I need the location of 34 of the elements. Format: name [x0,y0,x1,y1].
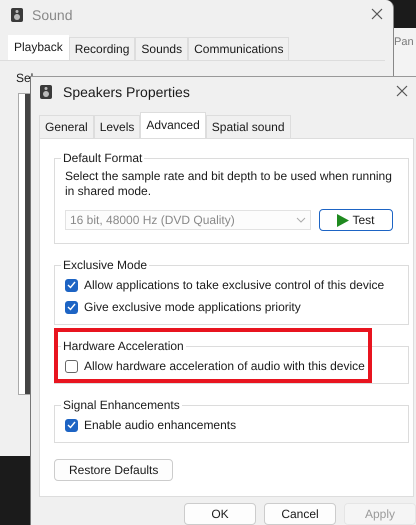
chevron-down-icon [296,217,306,223]
checkbox-label: Enable audio enhancements [84,418,236,432]
tab[interactable]: Playback [8,35,69,60]
dialog-button[interactable]: OK [184,503,256,525]
tab[interactable]: Sounds [135,37,188,60]
checkbox[interactable] [65,278,78,292]
tab[interactable]: Recording [68,37,136,60]
tab[interactable]: Levels [94,115,140,138]
window-title: Sound [32,7,72,23]
checkbox-label: Allow applications to take exclusive control of this device [84,278,384,292]
tab[interactable]: General [39,115,94,138]
tab[interactable]: Spatial sound [206,115,290,138]
description-text: Select the sample rate and bit depth to be used when running in shared mode. [65,169,393,199]
checkbox[interactable] [65,300,78,314]
panel-label: Pan [394,36,414,48]
close-icon[interactable] [396,84,408,96]
checkbox[interactable] [65,360,78,372]
speaker-icon [39,84,53,100]
dialog-title: Speakers Properties [63,84,190,100]
close-icon[interactable] [371,8,383,20]
checkbox[interactable] [65,418,78,432]
restore-defaults-button[interactable]: Restore Defaults [54,459,174,481]
test-button[interactable]: Test [319,209,393,231]
group-title: Default Format [63,151,142,165]
speaker-icon [10,7,24,23]
tab[interactable]: Advanced [140,112,206,138]
dialog-button[interactable]: Cancel [264,503,336,525]
play-icon [337,214,350,226]
group-title: Exclusive Mode [63,258,148,272]
checkbox-label: Allow hardware acceleration of audio with this device [84,359,365,373]
group-title: Signal Enhancements [63,398,180,412]
tab[interactable]: Communications [188,37,290,60]
checkbox-label: Give exclusive mode applications priority [84,300,301,314]
group-title: Hardware Acceleration [63,339,184,353]
